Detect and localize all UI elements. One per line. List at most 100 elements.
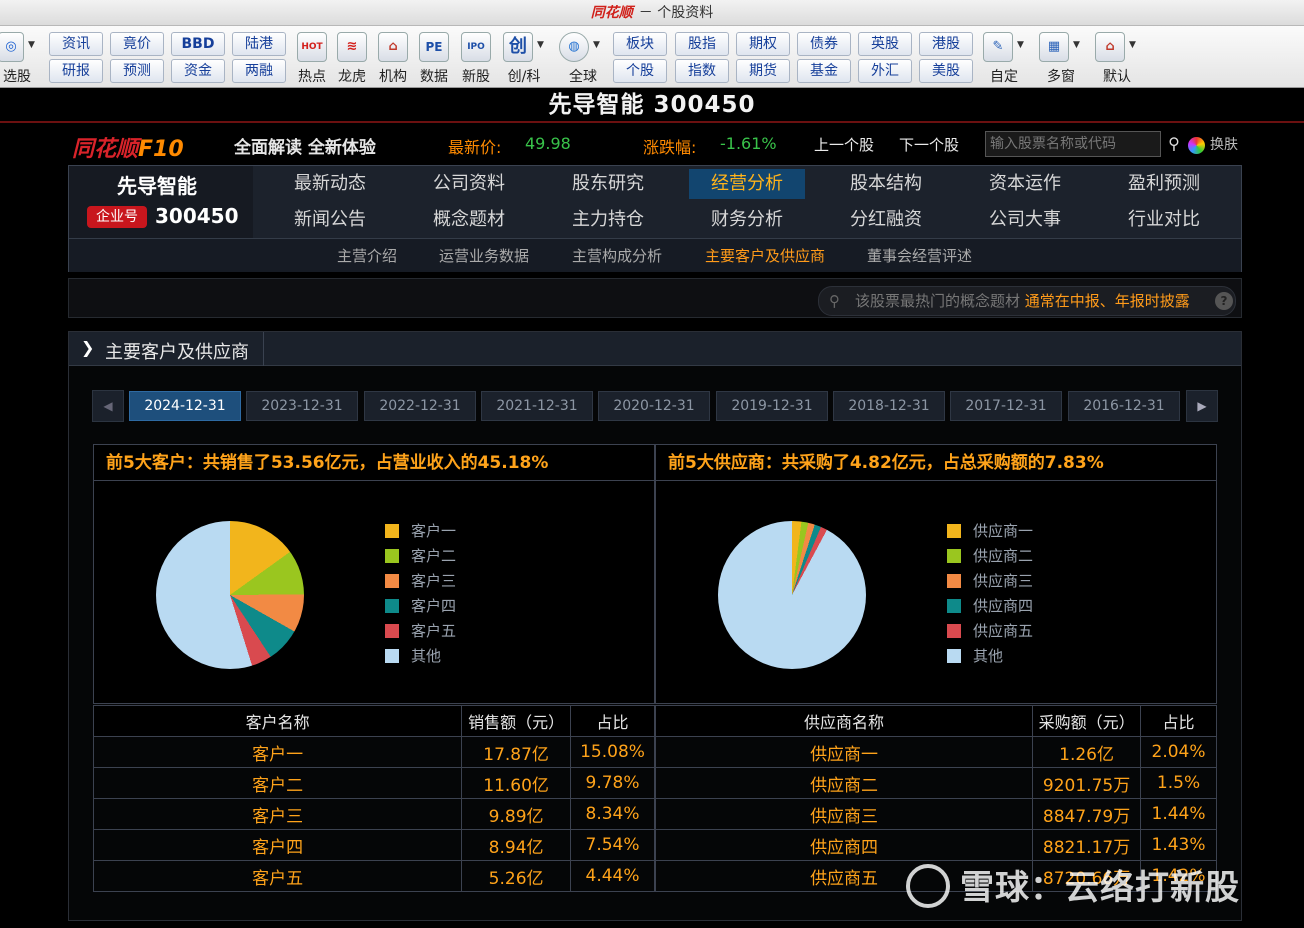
bonds-button[interactable]: 债券 [797,32,851,56]
supplier-name[interactable]: 供应商一 [654,736,1034,768]
default-button[interactable]: 默认 [1093,66,1141,86]
news-button[interactable]: 资讯 [49,32,103,56]
date-tab[interactable]: 2023-12-31 [246,391,358,421]
company-name: 先导智能 [117,174,197,198]
purchase-amount: 1.26亿 [1032,736,1142,768]
tab-profit-forecast[interactable]: 盈利预测 [1106,169,1222,199]
chinext-star-button[interactable]: 创/科 [500,66,548,86]
bidding-button[interactable]: 竟价 [110,32,164,56]
prev-stock-link[interactable]: 上一个股 [814,134,874,155]
supplier-name[interactable]: 供应商四 [654,829,1034,861]
tab-main-holdings[interactable]: 主力持仓 [550,205,666,235]
customer-name[interactable]: 客户四 [92,829,463,861]
custom-icon[interactable]: ✎ [983,32,1013,62]
purchase-amount: 8847.79万 [1032,798,1142,830]
funds-button[interactable]: 基金 [797,59,851,83]
tab-industry-comparison[interactable]: 行业对比 [1106,205,1222,235]
capital-flow-button[interactable]: 资金 [171,59,225,83]
tab-dividend-financing[interactable]: 分红融资 [828,205,944,235]
dragon-tiger-icon[interactable]: ≋ [337,32,367,62]
forex-button[interactable]: 外汇 [858,59,912,83]
share-percent: 2.04% [1140,736,1217,768]
date-tab[interactable]: 2022-12-31 [364,391,476,421]
skin-button[interactable]: 换肤 [1188,134,1238,154]
stock-picker-icon[interactable]: ◎ [0,32,24,62]
subtab-board-review[interactable]: 董事会经营评述 [867,245,972,266]
stock-search-input[interactable]: 输入股票名称或代码 [985,131,1161,157]
customer-name[interactable]: 客户三 [92,798,463,830]
tab-company-profile[interactable]: 公司资料 [411,169,527,199]
help-icon[interactable]: ? [1215,292,1233,310]
options-button[interactable]: 期权 [736,32,790,56]
us-stocks-button[interactable]: 美股 [919,59,973,83]
search-icon[interactable]: ⚲ [1162,131,1186,157]
tab-news-announcements[interactable]: 新闻公告 [272,205,388,235]
hk-connect-button[interactable]: 陆港 [232,32,286,56]
bbd-button[interactable]: BBD [171,32,225,56]
uk-stocks-button[interactable]: 英股 [858,32,912,56]
tab-operation-analysis[interactable]: 经营分析 [689,169,805,199]
forecast-button[interactable]: 预测 [110,59,164,83]
new-stock-button[interactable]: 新股 [452,66,500,86]
supplier-name[interactable]: 供应商三 [654,798,1034,830]
subtab-operating-data[interactable]: 运营业务数据 [439,245,529,266]
f10-nav-panel: 先导智能 企业号 300450 最新动态 公司资料 股东研究 经营分析 股本结构… [68,165,1242,272]
subtab-revenue-composition[interactable]: 主营构成分析 [572,245,662,266]
sector-button[interactable]: 板块 [613,32,667,56]
stock-picker-button[interactable]: 选股 [0,66,40,86]
legend-label: 供应商一 [973,522,1034,540]
tab-latest-news[interactable]: 最新动态 [272,169,388,199]
margin-trading-button[interactable]: 两融 [232,59,286,83]
chevron-down-icon[interactable]: ▼ [1073,40,1080,50]
date-tab[interactable]: 2019-12-31 [716,391,828,421]
hot-topics-icon[interactable]: HOT [297,32,327,62]
ipo-icon[interactable]: IPO [461,32,491,62]
chevron-down-icon[interactable]: ▼ [1129,40,1136,50]
subtab-main-business[interactable]: 主营介绍 [337,245,397,266]
stock-index-futures-button[interactable]: 股指 [675,32,729,56]
chevron-down-icon[interactable]: ▼ [593,40,600,50]
tab-shareholder-research[interactable]: 股东研究 [550,169,666,199]
customer-name[interactable]: 客户一 [92,736,463,768]
date-tab[interactable]: 2017-12-31 [950,391,1062,421]
date-tab[interactable]: 2016-12-31 [1068,391,1180,421]
tab-financial-analysis[interactable]: 财务分析 [689,205,805,235]
enterprise-badge[interactable]: 企业号 [87,206,147,228]
legend-item: 供应商五 [947,619,1033,644]
tab-company-events[interactable]: 公司大事 [967,205,1083,235]
date-tab[interactable]: 2020-12-31 [598,391,710,421]
individual-stock-button[interactable]: 个股 [613,59,667,83]
data-button[interactable]: 数据 [410,66,458,86]
tab-capital-operation[interactable]: 资本运作 [967,169,1083,199]
futures-button[interactable]: 期货 [736,59,790,83]
hk-stocks-button[interactable]: 港股 [919,32,973,56]
date-tab[interactable]: 2024-12-31 [129,391,241,421]
chevron-down-icon[interactable]: ▼ [28,40,35,50]
multi-window-button[interactable]: 多窗 [1037,66,1085,86]
custom-button[interactable]: 自定 [980,66,1028,86]
globe-icon[interactable]: ◍ [559,32,589,62]
share-percent: 1.5% [1140,767,1217,799]
global-button[interactable]: 全球 [559,66,607,86]
tab-share-structure[interactable]: 股本结构 [828,169,944,199]
prev-date-arrow-icon[interactable]: ◀ [92,390,124,422]
subtab-customers-suppliers[interactable]: 主要客户及供应商 [705,245,825,266]
chinext-icon[interactable]: 创 [503,32,533,62]
multi-window-icon[interactable]: ▦ [1039,32,1069,62]
institution-icon[interactable]: ⌂ [378,32,408,62]
research-report-button[interactable]: 研报 [49,59,103,83]
share-percent: 7.54% [570,829,655,861]
home-icon[interactable]: ⌂ [1095,32,1125,62]
chevron-down-icon[interactable]: ▼ [537,40,544,50]
next-date-arrow-icon[interactable]: ▶ [1186,390,1218,422]
date-tab[interactable]: 2021-12-31 [481,391,593,421]
customer-name[interactable]: 客户五 [92,860,463,892]
chevron-down-icon[interactable]: ▼ [1017,40,1024,50]
next-stock-link[interactable]: 下一个股 [899,134,959,155]
tab-concept-themes[interactable]: 概念题材 [411,205,527,235]
pe-data-icon[interactable]: PE [419,32,449,62]
supplier-name[interactable]: 供应商二 [654,767,1034,799]
index-button[interactable]: 指数 [675,59,729,83]
date-tab[interactable]: 2018-12-31 [833,391,945,421]
customer-name[interactable]: 客户二 [92,767,463,799]
